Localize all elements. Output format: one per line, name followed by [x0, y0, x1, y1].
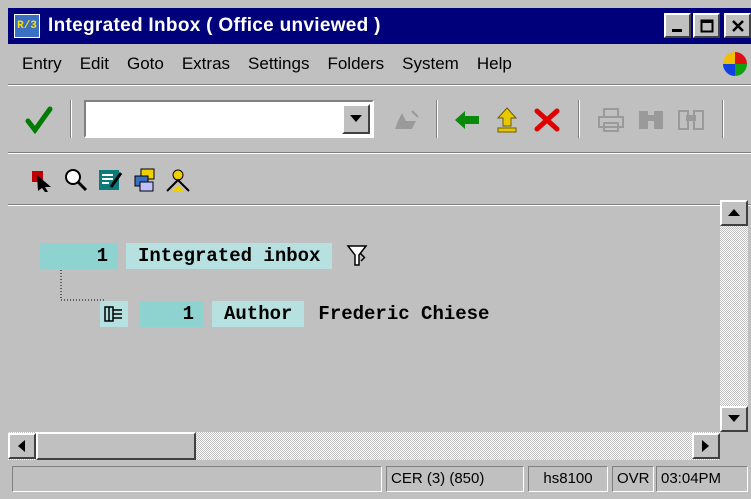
arrow-left-icon: [18, 440, 25, 452]
menu-entry[interactable]: Entry: [18, 54, 66, 74]
toolbar-separator: [722, 100, 724, 138]
arrow-right-icon: [702, 440, 709, 452]
menu-system[interactable]: System: [398, 54, 463, 74]
back-icon[interactable]: [450, 104, 484, 136]
filter-icon[interactable]: [346, 243, 368, 269]
window-controls: [664, 13, 751, 38]
find-next-icon[interactable]: [674, 104, 708, 136]
vertical-scrollbar[interactable]: [720, 200, 748, 432]
title-bar[interactable]: R/3 Integrated Inbox ( Office unviewed ): [8, 8, 751, 44]
status-mode[interactable]: OVR: [612, 466, 654, 492]
status-system[interactable]: CER (3) (850): [386, 466, 524, 492]
menu-divider: [8, 84, 751, 86]
toolbar-divider: [8, 152, 751, 154]
toolbar-separator: [70, 100, 72, 138]
status-bar: CER (3) (850) hs8100 OVR 03:04PM: [8, 464, 751, 496]
toolbar-separator: [436, 100, 438, 138]
dropdown-arrow-icon: [350, 115, 362, 122]
scroll-down-button[interactable]: [720, 406, 748, 432]
scroll-right-button[interactable]: [692, 433, 720, 459]
menu-help[interactable]: Help: [473, 54, 516, 74]
print-icon[interactable]: [594, 104, 628, 136]
menu-extras[interactable]: Extras: [178, 54, 234, 74]
child-label[interactable]: Author: [212, 301, 305, 327]
root-count: 1: [40, 243, 118, 269]
exit-icon[interactable]: [490, 104, 524, 136]
scroll-left-button[interactable]: [8, 433, 36, 459]
close-icon: [731, 19, 744, 32]
menu-settings[interactable]: Settings: [244, 54, 313, 74]
menu-edit[interactable]: Edit: [76, 54, 113, 74]
command-dropdown-button[interactable]: [342, 104, 370, 134]
maximize-icon: [700, 19, 713, 32]
save-icon[interactable]: [390, 104, 424, 136]
scroll-up-button[interactable]: [720, 200, 748, 226]
minimize-button[interactable]: [664, 13, 691, 38]
status-time: 03:04PM: [656, 466, 748, 492]
child-count: 1: [140, 301, 204, 327]
scrollbar-corner: [720, 432, 751, 460]
root-label[interactable]: Integrated inbox: [126, 243, 333, 269]
command-field[interactable]: [84, 100, 374, 138]
child-value[interactable]: Frederic Chiese: [304, 303, 489, 325]
workflow-icon[interactable]: [130, 166, 158, 194]
command-input[interactable]: [88, 104, 332, 132]
standard-toolbar: [8, 90, 751, 150]
menu-goto[interactable]: Goto: [123, 54, 168, 74]
tree-child-row[interactable]: 1 Author Frederic Chiese: [100, 301, 489, 327]
window-title: Integrated Inbox ( Office unviewed ): [48, 15, 381, 36]
sap-logo-icon: [723, 52, 747, 76]
edit-icon[interactable]: [96, 166, 124, 194]
arrow-up-icon: [728, 209, 740, 216]
menu-folders[interactable]: Folders: [323, 54, 388, 74]
status-message-field[interactable]: [12, 466, 382, 492]
arrow-down-icon: [728, 415, 740, 422]
sap-app-icon[interactable]: R/3: [14, 14, 40, 38]
content-divider: [8, 204, 751, 206]
menu-bar: Entry Edit Goto Extras Settings Folders …: [8, 46, 751, 82]
select-icon[interactable]: [28, 166, 56, 194]
toolbar-separator: [578, 100, 580, 138]
inbox-tree: 1 Integrated inbox 1 Author Frederic Chi…: [8, 208, 720, 432]
sap-window: R/3 Integrated Inbox ( Office unviewed )…: [0, 0, 751, 499]
user-icon[interactable]: [164, 166, 192, 194]
status-server[interactable]: hs8100: [528, 466, 608, 492]
tree-root-row[interactable]: 1 Integrated inbox: [40, 243, 368, 269]
cancel-icon[interactable]: [530, 104, 564, 136]
minimize-icon: [671, 28, 682, 32]
application-toolbar: [8, 156, 751, 204]
horizontal-scrollbar[interactable]: [8, 432, 720, 460]
find-icon[interactable]: [634, 104, 668, 136]
folder-tree-icon[interactable]: [100, 301, 128, 327]
search-icon[interactable]: [62, 166, 90, 194]
check-icon[interactable]: [22, 104, 56, 136]
horizontal-scroll-thumb[interactable]: [36, 432, 196, 460]
maximize-button[interactable]: [693, 13, 720, 38]
close-button[interactable]: [724, 13, 751, 38]
